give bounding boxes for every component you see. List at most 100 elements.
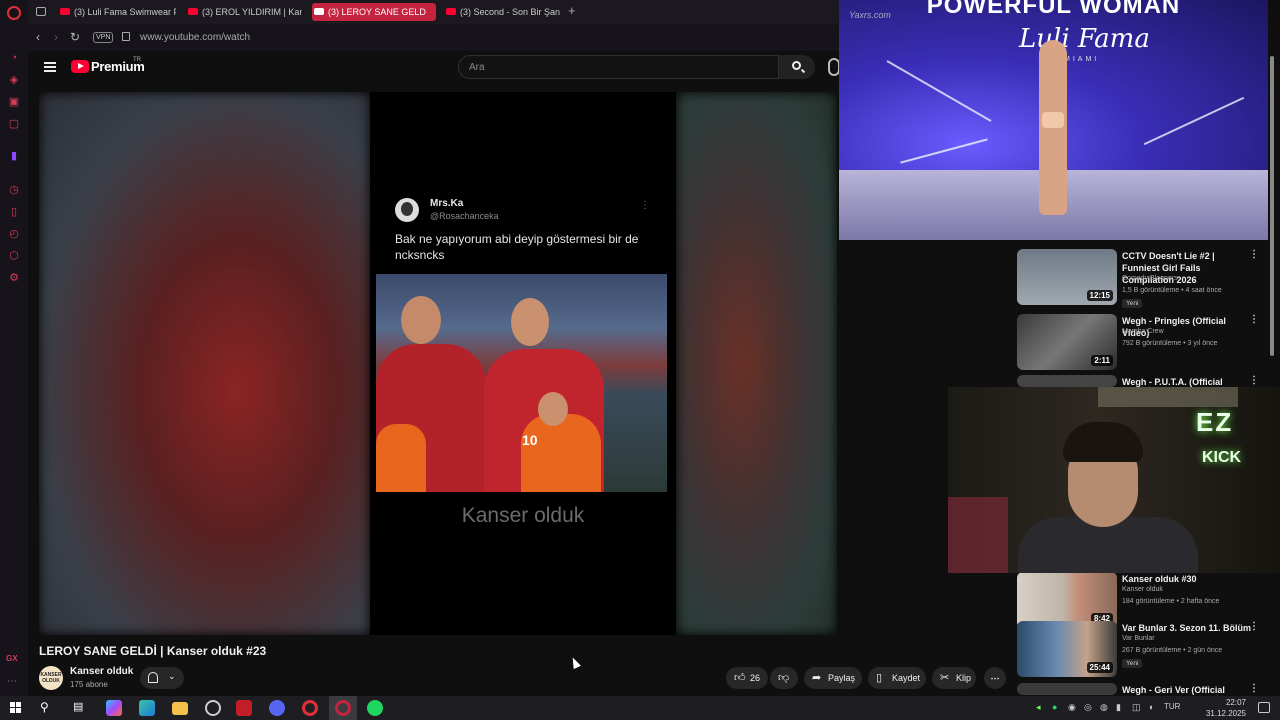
channel-avatar[interactable]: KANSER OLDUK <box>39 666 63 690</box>
opera-icon[interactable] <box>302 700 318 716</box>
recommendation-channel[interactable]: Kanser olduk <box>1122 586 1163 593</box>
recommendation-title[interactable]: Kanser olduk #30 <box>1122 573 1252 585</box>
channel-name[interactable]: Kanser olduk <box>70 666 133 677</box>
player-right-head <box>511 298 549 346</box>
menu-icon[interactable] <box>44 62 56 72</box>
kebab-menu-icon[interactable]: ⋮ <box>1249 375 1259 386</box>
voice-app-icon[interactable] <box>236 700 252 716</box>
tray-steam-icon[interactable]: ◍ <box>1100 702 1108 713</box>
video-thumbnail[interactable]: 2:11 <box>1017 314 1117 370</box>
opera-logo-icon[interactable] <box>7 6 21 20</box>
recommendation-item[interactable]: Wegh - P.U.T.A. (Official Video) ⋮ <box>1017 375 1267 399</box>
speed-dial-icon[interactable]: ◔ <box>8 52 20 64</box>
tab-luli-fama[interactable]: (3) Luli Fama Swimwear Fa <box>58 3 176 21</box>
recommendation-channel[interactable]: Mamba Crew <box>1122 328 1164 335</box>
back-icon[interactable]: ‹ <box>36 30 40 44</box>
recommendation-item[interactable]: 2:11 Wegh - Pringles (Official Video) Ma… <box>1017 314 1267 372</box>
address-bar: ‹ › ↻ VPN www.youtube.com/watch <box>28 24 840 51</box>
clip-button[interactable]: ✂ Klip <box>932 667 976 689</box>
microphone-icon[interactable]: ▮ <box>1116 702 1121 713</box>
windows-start-icon[interactable] <box>10 702 22 714</box>
search-button[interactable] <box>779 55 815 79</box>
video-thumbnail[interactable]: 8:42 <box>1017 572 1117 628</box>
jersey-number: 10 <box>522 432 538 448</box>
recommendation-title[interactable]: Var Bunlar 3. Sezon 11. Bölüm <box>1122 622 1252 634</box>
vpn-badge[interactable]: VPN <box>93 32 114 43</box>
settings-icon[interactable]: ⚙ <box>8 272 20 284</box>
tab-erol-yildirim[interactable]: (3) EROL YILDIRIM | Kans <box>186 3 302 21</box>
dislike-button[interactable]: 👎︎ <box>770 667 798 689</box>
bag-icon[interactable]: ◈ <box>8 74 20 86</box>
task-view-icon[interactable]: ▤ <box>73 700 83 713</box>
search-icon[interactable]: ⚲ <box>40 700 49 714</box>
tab-leroy-sane[interactable]: (3) LEROY SANE GELD <box>312 3 436 21</box>
video-thumbnail[interactable] <box>1017 375 1117 387</box>
neon-sign: EZ KICK <box>1196 407 1256 472</box>
kebab-menu-icon[interactable]: ⋮ <box>1249 314 1259 325</box>
save-button[interactable]: ▯ Kaydet <box>868 667 926 689</box>
lightning-bolt <box>900 138 988 164</box>
tray-chevron-icon[interactable]: ◂ <box>1036 702 1041 713</box>
recommendation-item[interactable]: 25:44 Var Bunlar 3. Sezon 11. Bölüm Var … <box>1017 621 1267 679</box>
share-button[interactable]: ➦ Paylaş <box>804 667 862 689</box>
recommendation-item[interactable]: 12:15 CCTV Doesn't Lie #2 | Funniest Gir… <box>1017 249 1267 308</box>
speaker-icon[interactable] <box>314 8 324 15</box>
search-input[interactable]: Ara <box>458 55 779 79</box>
youtube-logo-icon[interactable] <box>71 60 89 73</box>
video-thumbnail[interactable]: 12:15 <box>1017 249 1117 305</box>
file-explorer-icon[interactable] <box>172 702 188 715</box>
recommendation-item[interactable]: Wegh - Geri Ver (Official Music ⋮ <box>1017 683 1267 707</box>
system-clock[interactable]: 22:07 31.12.2025 <box>1196 696 1246 719</box>
instagram-icon[interactable]: ▢ <box>8 118 20 130</box>
url-field[interactable]: www.youtube.com/watch <box>140 32 250 43</box>
network-icon[interactable]: ◫ <box>1132 702 1141 713</box>
tray-spotify-icon[interactable]: ● <box>1052 702 1057 712</box>
tab-bar: (3) Luli Fama Swimwear Fa (3) EROL YILDI… <box>28 0 840 24</box>
edge-icon[interactable] <box>139 700 155 716</box>
tab-second[interactable]: (3) Second - Son Bir Şans <box>444 3 560 21</box>
discord-icon[interactable] <box>269 700 285 716</box>
youtube-favicon-icon <box>446 8 456 15</box>
forward-icon[interactable]: › <box>54 30 58 44</box>
notification-center-icon[interactable] <box>1258 702 1270 713</box>
video-thumbnail[interactable] <box>1017 683 1117 695</box>
recommendation-channel[interactable]: Comedy Bloopers <box>1122 275 1178 282</box>
copilot-icon[interactable] <box>106 700 122 716</box>
extensions-icon[interactable]: ⬡ <box>8 250 20 262</box>
picture-in-picture-video[interactable]: POWERFUL WOMAN Luli Fama MIAMI Yaxrs.com <box>839 0 1268 240</box>
tray-discord-icon[interactable]: ◉ <box>1068 702 1076 713</box>
like-button[interactable]: 👍︎ 26 <box>726 667 768 689</box>
sidebar-more-icon[interactable]: ⋯ <box>7 676 17 687</box>
messenger-icon[interactable]: ▣ <box>8 96 20 108</box>
more-actions-button[interactable]: ⋯ <box>984 667 1006 689</box>
scrollbar[interactable] <box>1270 56 1274 356</box>
opera-gx-icon[interactable] <box>335 700 351 716</box>
obs-icon[interactable] <box>205 700 221 716</box>
recommendation-title[interactable]: Wegh - Pringles (Official Video) <box>1122 315 1252 339</box>
video-player[interactable]: Mrs.Ka @Rosachanceka ⋮ Bak ne yapıyorum … <box>39 92 837 635</box>
lock-icon[interactable] <box>122 32 130 41</box>
opera-sidebar: ◔ ◈ ▣ ▢ ▮ ◷ ▯ ◴ ⬡ ⚙ GX ⋯ <box>0 0 28 696</box>
spotify-icon[interactable] <box>367 700 383 716</box>
volume-icon[interactable]: ◖ <box>1148 702 1153 712</box>
video-title: LEROY SANE GELDİ | Kanser olduk #23 <box>39 644 267 658</box>
history-icon[interactable]: ◷ <box>8 184 20 196</box>
input-language[interactable]: TUR <box>1164 702 1180 711</box>
twitch-icon[interactable]: ▮ <box>8 150 20 162</box>
tab-overview-icon[interactable] <box>36 7 46 16</box>
recommendation-channel[interactable]: Var Bunlar <box>1122 635 1155 642</box>
kebab-menu-icon[interactable]: ⋮ <box>1249 621 1259 632</box>
tray-app-icon[interactable]: ◎ <box>1084 702 1092 713</box>
kebab-menu-icon[interactable]: ⋮ <box>1249 683 1259 694</box>
bell-icon <box>148 672 158 683</box>
clock-icon[interactable]: ◴ <box>8 228 20 240</box>
video-thumbnail[interactable]: 25:44 <box>1017 621 1117 677</box>
notification-button[interactable]: ⌄ <box>140 667 184 689</box>
bookmark-icon[interactable]: ▯ <box>8 206 20 218</box>
reload-icon[interactable]: ↻ <box>70 30 80 44</box>
kebab-menu-icon[interactable]: ⋮ <box>1249 249 1259 260</box>
new-tab-icon[interactable]: + <box>568 3 576 18</box>
new-badge: Yeni <box>1122 299 1143 308</box>
short-video-frame: Mrs.Ka @Rosachanceka ⋮ Bak ne yapıyorum … <box>370 92 676 635</box>
new-badge: Yeni <box>1122 659 1143 668</box>
